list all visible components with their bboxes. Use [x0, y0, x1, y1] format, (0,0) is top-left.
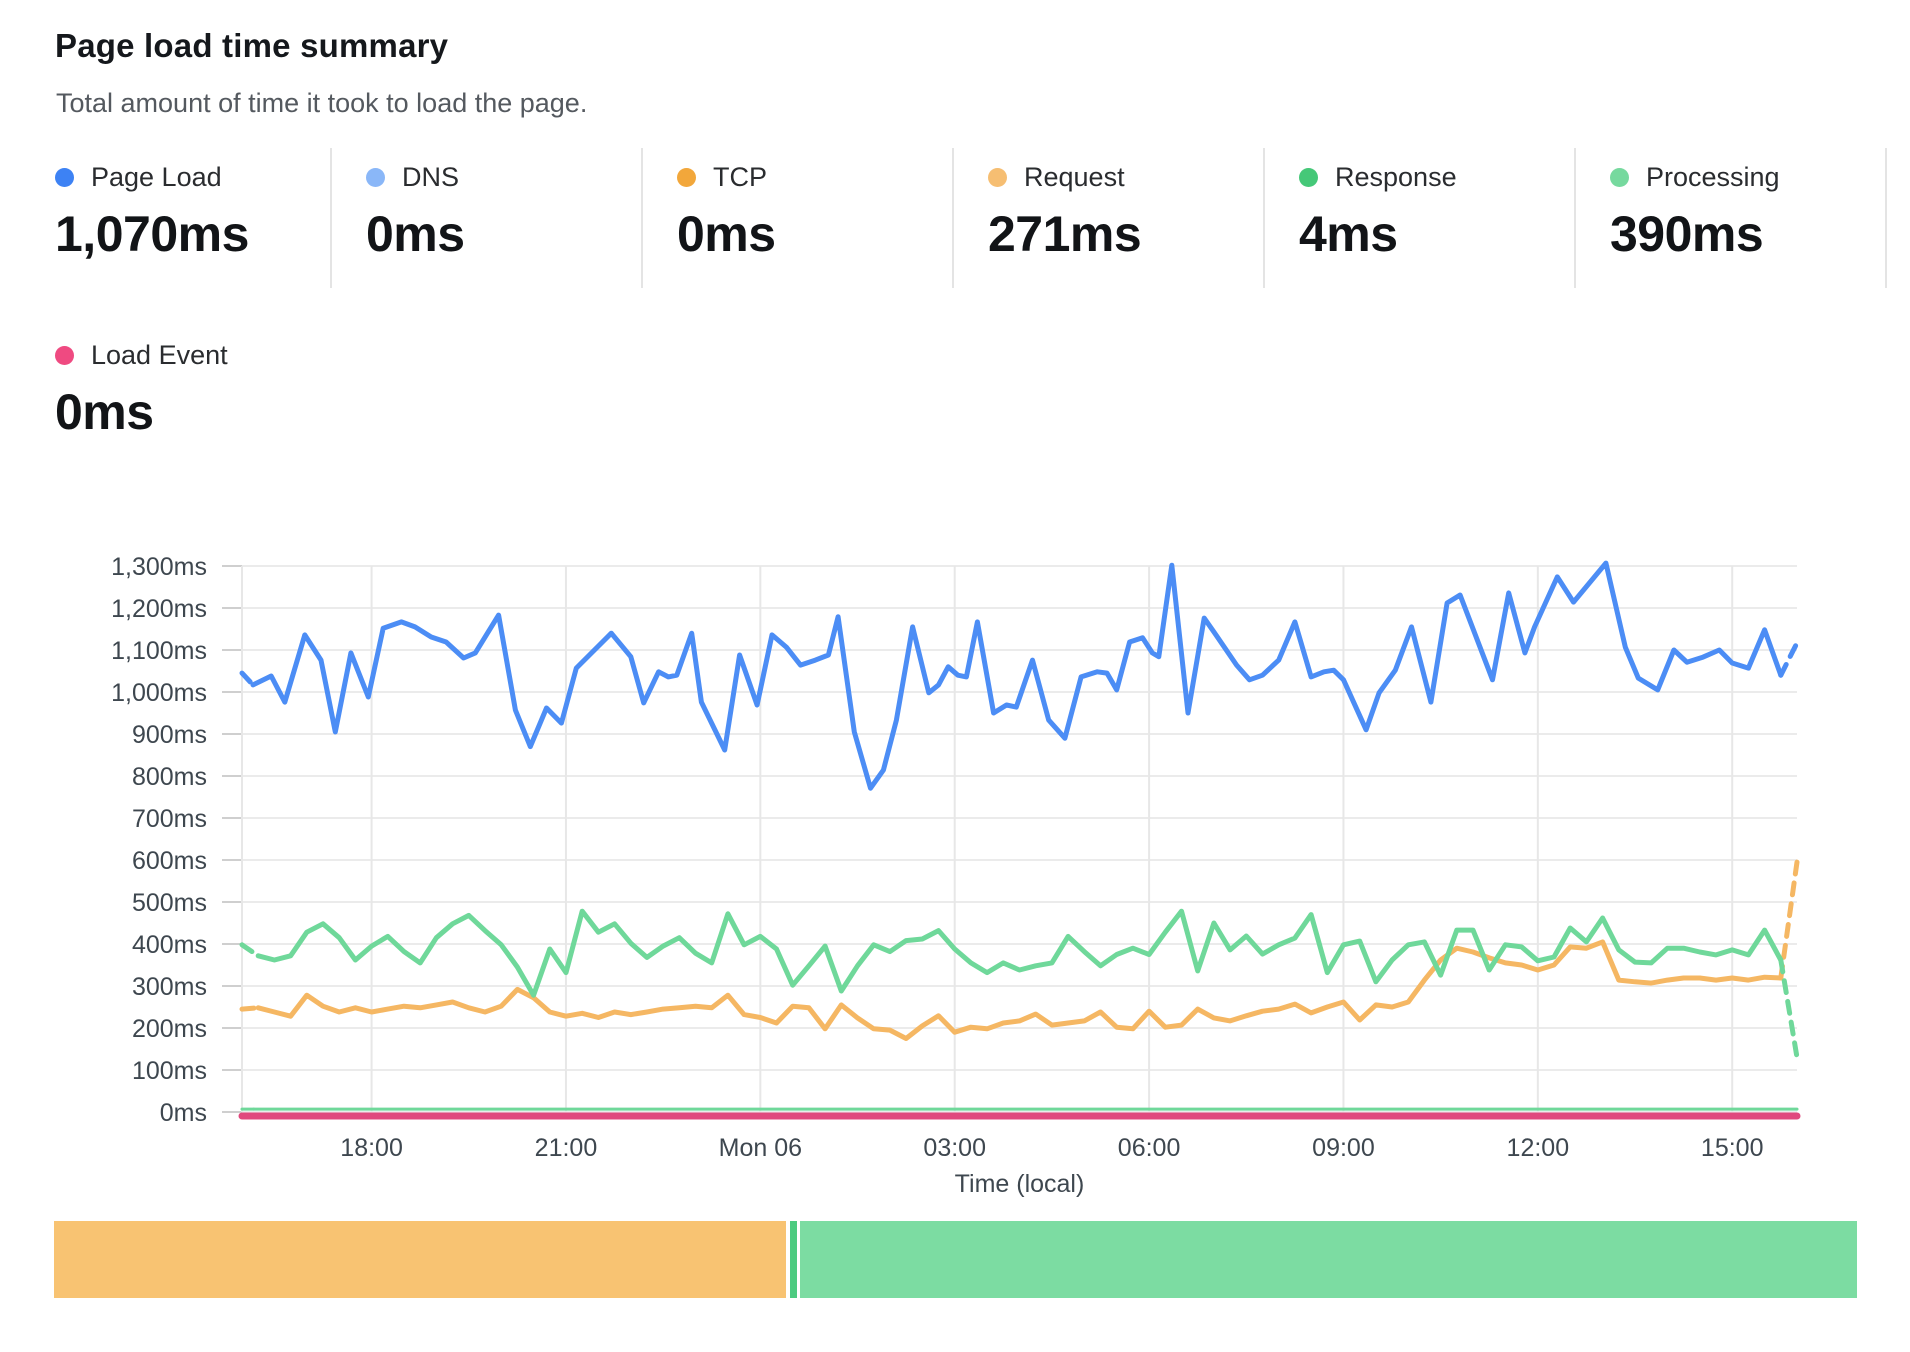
y-axis-tick-label: 600ms — [132, 847, 207, 875]
series-dashed-edge — [242, 945, 258, 956]
x-axis-tick-label: 03:00 — [923, 1134, 986, 1162]
y-axis-tick-label: 200ms — [132, 1015, 207, 1043]
status-timeline-bar — [54, 1221, 1857, 1298]
x-axis-tick-label: 18:00 — [340, 1134, 403, 1162]
x-axis-tick-label: 09:00 — [1312, 1134, 1375, 1162]
series-dashed-edge — [1781, 643, 1797, 675]
series-line-processing — [258, 911, 1781, 995]
y-axis-tick-label: 500ms — [132, 889, 207, 917]
x-axis-tick-label: 06:00 — [1118, 1134, 1181, 1162]
y-axis-tick-label: 900ms — [132, 721, 207, 749]
timeline-segment-ok[interactable] — [790, 1221, 797, 1298]
timeline-segment-ok[interactable] — [800, 1221, 1857, 1298]
y-axis-tick-label: 300ms — [132, 973, 207, 1001]
x-axis-title: Time (local) — [955, 1170, 1085, 1198]
y-axis-tick-label: 0ms — [160, 1099, 207, 1127]
x-axis-tick-label: Mon 06 — [719, 1134, 802, 1162]
y-axis-tick-label: 1,100ms — [111, 637, 207, 665]
y-axis-tick-label: 800ms — [132, 763, 207, 791]
series-line-page-load — [253, 563, 1781, 788]
y-axis-tick-label: 400ms — [132, 931, 207, 959]
y-axis-tick-label: 1,200ms — [111, 595, 207, 623]
x-axis-tick-label: 21:00 — [535, 1134, 598, 1162]
x-axis-tick-label: 15:00 — [1701, 1134, 1764, 1162]
y-axis-tick-label: 700ms — [132, 805, 207, 833]
y-axis-tick-label: 100ms — [132, 1057, 207, 1085]
y-axis-tick-label: 1,000ms — [111, 679, 207, 707]
load-time-line-chart[interactable]: 0ms 100ms 200ms 300ms 400ms 500ms 600ms 700ms 80… — [0, 0, 1910, 1352]
timeline-segment-degraded[interactable] — [54, 1221, 786, 1298]
y-axis-tick-label: 1,300ms — [111, 553, 207, 581]
x-axis-tick-label: 12:00 — [1507, 1134, 1570, 1162]
